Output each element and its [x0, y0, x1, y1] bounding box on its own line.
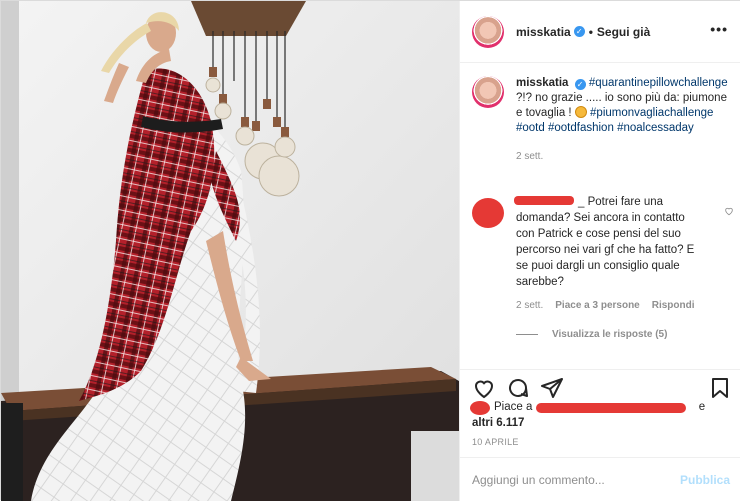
comment-likes-link[interactable]: Piace a 3 persone [555, 300, 640, 311]
post-caption: misskatia ✓ #quarantinepillowchallenge ?… [472, 76, 734, 164]
redacted-liker-avatar [470, 401, 490, 415]
add-comment-input[interactable] [472, 472, 680, 487]
post-container: misskatia ✓ • Segui già ••• misskatia ✓ … [0, 0, 740, 501]
grinning-emoji-icon [574, 106, 587, 118]
heart-icon[interactable] [472, 376, 496, 400]
caption-author-avatar[interactable] [472, 76, 504, 108]
hashtag-link[interactable]: #quarantinepillowchallenge [589, 77, 728, 89]
post-side-panel: misskatia ✓ • Segui già ••• misskatia ✓ … [459, 1, 740, 501]
view-replies-button[interactable]: Visualizza le risposte (5) [516, 329, 734, 340]
bookmark-icon[interactable] [708, 376, 732, 400]
likes-prefix: Piace a [494, 401, 533, 413]
more-options-icon[interactable]: ••• [710, 21, 728, 37]
redacted-commenter-avatar [472, 198, 504, 228]
add-comment-bar: Pubblica [460, 457, 740, 501]
post-date[interactable]: 10 APRILE [472, 437, 519, 447]
redacted-commenter-username [514, 196, 574, 205]
likes-suffix: e [698, 401, 706, 413]
publish-button[interactable]: Pubblica [680, 473, 730, 487]
follow-button[interactable]: Segui già [597, 25, 650, 39]
header-separator: • [588, 24, 593, 39]
view-replies-label: Visualizza le risposte (5) [552, 329, 668, 340]
verified-badge-icon: ✓ [574, 79, 586, 90]
caption-username[interactable]: misskatia [516, 77, 568, 89]
verified-badge-icon: ✓ [573, 26, 585, 37]
reply-button[interactable]: Rispondi [652, 300, 695, 311]
caption-timestamp[interactable]: 2 sett. [516, 149, 734, 164]
redacted-liker-name [536, 403, 686, 413]
share-icon[interactable] [540, 376, 564, 400]
hashtag-link[interactable]: #piumonvagliachallenge [590, 107, 713, 119]
comment-timestamp[interactable]: 2 sett. [516, 300, 543, 311]
likes-others-link[interactable]: altri 6.117 [472, 415, 734, 431]
post-image [1, 1, 459, 501]
hashtag-link[interactable]: #ootdfashion [548, 122, 614, 134]
author-avatar[interactable] [472, 15, 504, 48]
likes-summary: Piace a e altri 6.117 [470, 399, 734, 431]
caption-text: misskatia ✓ #quarantinepillowchallenge ?… [516, 76, 734, 164]
replies-divider-line [516, 334, 538, 335]
hashtag-link[interactable]: #ootd [516, 122, 545, 134]
comment-meta: 2 sett. Piace a 3 persone Rispondi [516, 300, 734, 311]
comment-item: _ Potrei fare una domanda? Sei ancora in… [472, 194, 734, 340]
comment-heart-icon[interactable] [724, 206, 734, 216]
hashtag-link[interactable]: #noalcessaday [617, 122, 694, 134]
post-photo[interactable] [1, 1, 459, 501]
post-header: misskatia ✓ • Segui già ••• [460, 1, 740, 63]
comments-section[interactable]: misskatia ✓ #quarantinepillowchallenge ?… [460, 64, 740, 369]
comment-icon[interactable] [506, 376, 530, 400]
comment-text: _ Potrei fare una domanda? Sei ancora in… [516, 196, 695, 288]
author-username[interactable]: misskatia [516, 25, 571, 39]
